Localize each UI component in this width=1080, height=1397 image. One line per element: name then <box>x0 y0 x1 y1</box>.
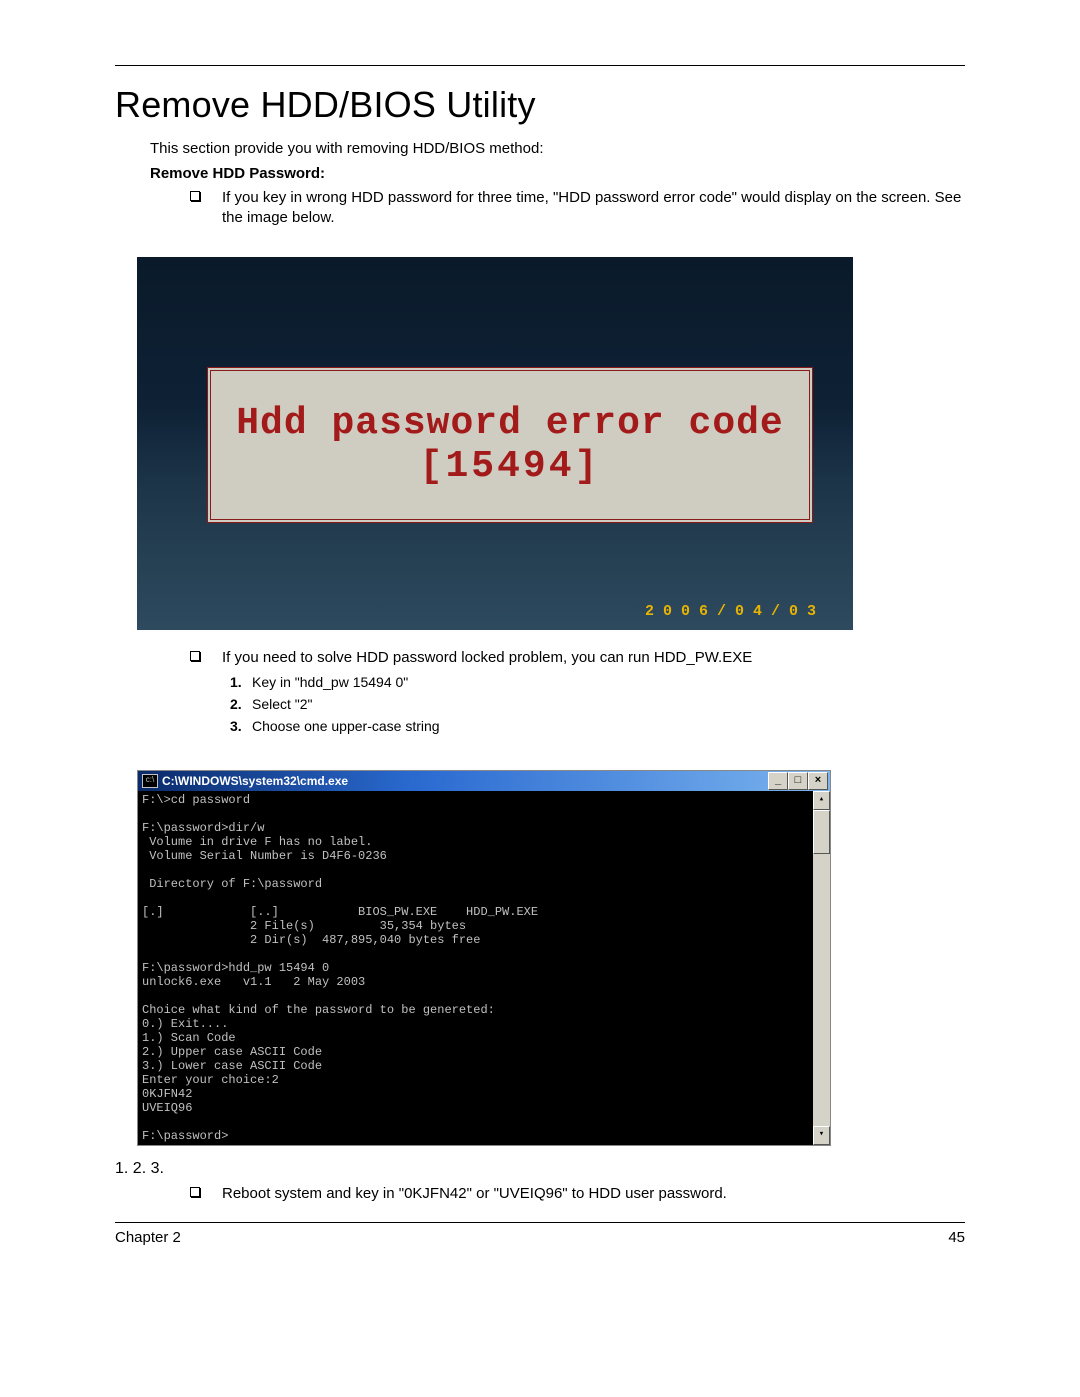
scrollbar[interactable]: ▴ ▾ <box>813 791 830 1145</box>
cmd-icon: c:\ <box>142 774 158 788</box>
scroll-up-button[interactable]: ▴ <box>813 791 830 810</box>
cmd-title: C:\WINDOWS\system32\cmd.exe <box>162 774 768 788</box>
cmd-titlebar: c:\ C:\WINDOWS\system32\cmd.exe _ □ × <box>138 771 830 791</box>
bullet-run-exe: If you need to solve HDD password locked… <box>190 648 965 668</box>
annotation-1: 1. <box>115 1160 128 1177</box>
annotation-3: 3. <box>151 1160 164 1177</box>
maximize-button[interactable]: □ <box>788 772 808 790</box>
top-rule <box>115 65 965 66</box>
scroll-down-button[interactable]: ▾ <box>813 1126 830 1145</box>
close-button[interactable]: × <box>808 772 828 790</box>
scroll-track[interactable] <box>813 810 830 1126</box>
cmd-output: F:\>cd password F:\password>dir/w Volume… <box>138 791 813 1145</box>
annotation-2: 2. <box>133 1160 146 1177</box>
screenshot-hdd-error: Hdd password error code [15494] 2006/04/… <box>137 257 853 630</box>
footer-page-number: 45 <box>948 1229 965 1246</box>
step-3: Choose one upper-case string <box>230 718 965 734</box>
error-code: [15494] <box>420 445 601 488</box>
step-1: Key in "hdd_pw 15494 0" <box>230 674 965 690</box>
error-title: Hdd password error code <box>236 402 784 445</box>
footer-chapter: Chapter 2 <box>115 1229 181 1246</box>
page-title: Remove HDD/BIOS Utility <box>115 84 965 126</box>
intro-text: This section provide you with removing H… <box>150 140 965 157</box>
error-dialog: Hdd password error code [15494] <box>207 367 813 523</box>
step-2: Select "2" <box>230 696 965 712</box>
photo-datestamp: 2006/04/03 <box>645 603 825 620</box>
bullet-wrong-password: If you key in wrong HDD password for thr… <box>190 188 965 229</box>
scroll-thumb[interactable] <box>813 810 830 854</box>
screenshot-cmd: c:\ C:\WINDOWS\system32\cmd.exe _ □ × F:… <box>137 770 831 1146</box>
bottom-rule <box>115 1222 965 1223</box>
bullet-reboot: Reboot system and key in "0KJFN42" or "U… <box>190 1184 965 1204</box>
minimize-button[interactable]: _ <box>768 772 788 790</box>
sub-heading: Remove HDD Password: <box>150 165 965 182</box>
